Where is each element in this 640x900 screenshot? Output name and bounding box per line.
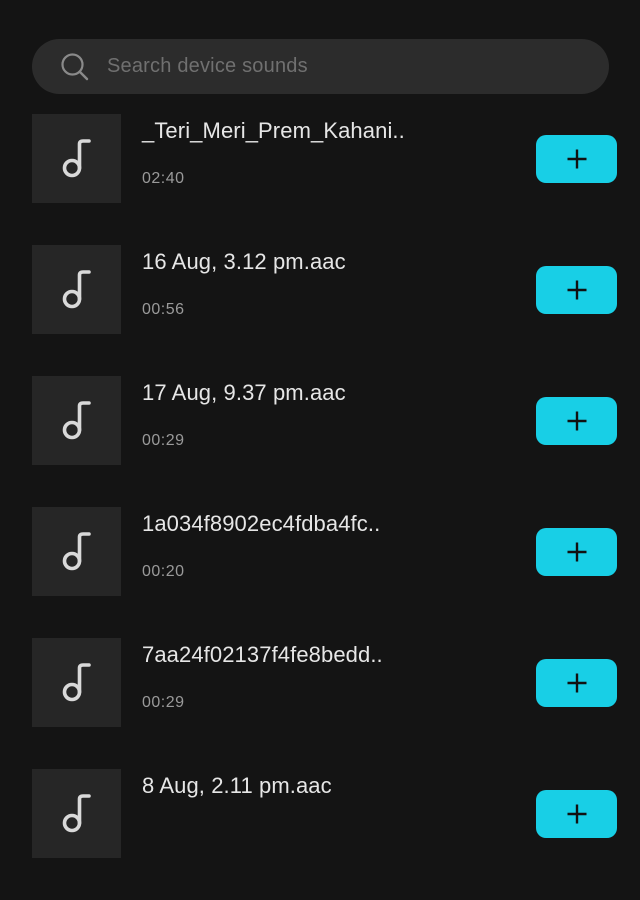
sound-list-item[interactable]: 1a034f8902ec4fdba4fc.. 00:20 (0, 507, 640, 638)
sound-thumbnail (32, 769, 121, 858)
music-note-icon (62, 793, 91, 832)
music-note-icon (62, 400, 91, 439)
sound-thumbnail (32, 507, 121, 596)
sound-list-item[interactable]: _Teri_Meri_Prem_Kahani.. 02:40 (0, 114, 640, 245)
sound-thumbnail (32, 376, 121, 465)
music-note-icon (62, 269, 91, 308)
sound-list-item[interactable]: 16 Aug, 3.12 pm.aac 00:56 (0, 245, 640, 376)
plus-icon (567, 804, 586, 824)
music-note-icon (62, 662, 91, 701)
sound-duration: 00:29 (142, 432, 185, 449)
sound-duration: 00:56 (142, 301, 185, 318)
add-sound-button[interactable] (536, 135, 617, 183)
add-sound-button[interactable] (536, 266, 617, 314)
plus-icon (567, 542, 586, 562)
plus-icon (567, 149, 586, 169)
sound-title: _Teri_Meri_Prem_Kahani.. (142, 118, 405, 143)
sound-duration: 00:29 (142, 694, 185, 711)
plus-icon (567, 673, 586, 693)
sound-title: 17 Aug, 9.37 pm.aac (142, 380, 346, 405)
sound-list-item[interactable]: 7aa24f02137f4fe8bedd.. 00:29 (0, 638, 640, 769)
sound-thumbnail (32, 245, 121, 334)
sound-list: _Teri_Meri_Prem_Kahani.. 02:40 16 Aug, 3… (0, 114, 640, 900)
plus-icon (567, 411, 586, 431)
sound-duration: 00:20 (142, 563, 185, 580)
sound-title: 1a034f8902ec4fdba4fc.. (142, 511, 381, 536)
sound-thumbnail (32, 114, 121, 203)
add-sound-button[interactable] (536, 397, 617, 445)
add-sound-button[interactable] (536, 528, 617, 576)
sound-duration: 02:40 (142, 170, 185, 187)
search-input[interactable] (107, 55, 547, 78)
add-sound-button[interactable] (536, 659, 617, 707)
search-icon (61, 52, 89, 80)
add-sound-button[interactable] (536, 790, 617, 838)
sound-title: 16 Aug, 3.12 pm.aac (142, 249, 346, 274)
music-note-icon (62, 138, 91, 177)
sound-thumbnail (32, 638, 121, 727)
search-bar[interactable] (32, 39, 609, 94)
sound-list-item[interactable]: 8 Aug, 2.11 pm.aac (0, 769, 640, 900)
sound-title: 8 Aug, 2.11 pm.aac (142, 773, 332, 798)
sound-title: 7aa24f02137f4fe8bedd.. (142, 642, 383, 667)
music-note-icon (62, 531, 91, 570)
sound-list-item[interactable]: 17 Aug, 9.37 pm.aac 00:29 (0, 376, 640, 507)
plus-icon (567, 280, 586, 300)
